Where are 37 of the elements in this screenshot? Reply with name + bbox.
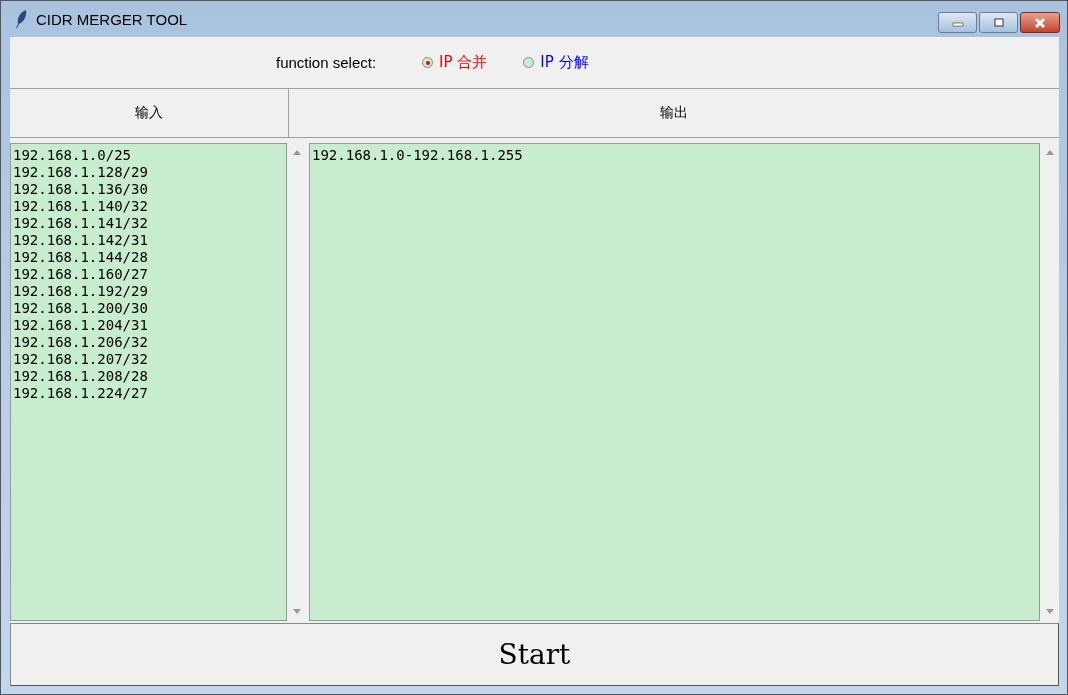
ip-line: 192.168.1.206/32 bbox=[13, 334, 149, 351]
column-header: 输出 bbox=[659, 103, 689, 122]
window-title: CIDR MERGER TOOL bbox=[36, 10, 188, 28]
scroll-down-icon[interactable] bbox=[1045, 609, 1054, 614]
function-select-label: function select: bbox=[276, 54, 377, 71]
close-button[interactable] bbox=[1020, 12, 1060, 33]
radio-option[interactable]: IP 合并 bbox=[422, 53, 488, 72]
close-icon bbox=[1033, 16, 1047, 29]
minimize-button[interactable] bbox=[938, 12, 977, 33]
ip-line: 192.168.1.207/32 bbox=[13, 351, 149, 368]
start-button[interactable]: Start bbox=[10, 623, 1059, 686]
ip-line: 192.168.1.128/29 bbox=[13, 164, 149, 181]
ip-line: 192.168.1.200/30 bbox=[13, 300, 149, 317]
radio-button[interactable] bbox=[422, 57, 434, 68]
ip-line: 192.168.1.208/28 bbox=[13, 368, 149, 385]
radio-button[interactable] bbox=[523, 57, 535, 68]
ip-line: 192.168.1.140/32 bbox=[13, 198, 149, 215]
scroll-down-icon[interactable] bbox=[292, 609, 301, 614]
ip-line: 192.168.1.136/30 bbox=[13, 181, 149, 198]
maximize-button[interactable] bbox=[979, 12, 1018, 33]
column-header: 输入 bbox=[10, 89, 289, 137]
ip-line: 192.168.1.224/27 bbox=[13, 385, 149, 402]
ip-line: 192.168.1.141/32 bbox=[13, 215, 149, 232]
feather-icon bbox=[14, 9, 28, 29]
text-area[interactable]: 192.168.1.0-192.168.1.255 bbox=[309, 143, 1040, 621]
ip-line: 192.168.1.0-192.168.1.255 bbox=[312, 147, 524, 164]
maximize-icon bbox=[992, 17, 1005, 28]
ip-line: 192.168.1.160/27 bbox=[13, 266, 149, 283]
ip-line: 192.168.1.192/29 bbox=[13, 283, 149, 300]
ip-line: 192.168.1.142/31 bbox=[13, 232, 149, 249]
text-area[interactable] bbox=[10, 143, 287, 621]
scroll-up-icon[interactable] bbox=[1045, 150, 1054, 155]
ip-line: 192.168.1.0/25 bbox=[13, 147, 132, 164]
radio-option[interactable]: IP 分解 bbox=[523, 53, 589, 72]
scroll-up-icon[interactable] bbox=[292, 150, 301, 155]
ip-line: 192.168.1.204/31 bbox=[13, 317, 149, 334]
ip-line: 192.168.1.144/28 bbox=[13, 249, 149, 266]
